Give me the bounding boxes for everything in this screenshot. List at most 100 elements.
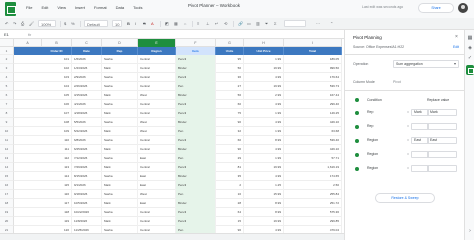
table-cell[interactable]: 110	[42, 136, 72, 145]
table-cell[interactable]: Sasha	[102, 154, 138, 163]
text-wrap-icon[interactable]: ↵	[215, 20, 218, 27]
row-number[interactable]: 3	[0, 64, 14, 73]
table-cell[interactable]: 35	[216, 172, 244, 181]
header-cell[interactable]: Units	[216, 47, 244, 55]
sheets-logo-icon[interactable]	[5, 2, 16, 16]
table-cell[interactable]: 1.99	[244, 55, 284, 64]
table-cell[interactable]: 11/8/2026	[72, 217, 102, 226]
table-cell[interactable]: 1.99	[244, 154, 284, 163]
column-header-i[interactable]: I	[284, 39, 342, 47]
row-number[interactable]: 19	[0, 208, 14, 217]
table-cell[interactable]: Central	[138, 82, 176, 91]
table-cell[interactable]: Binder	[176, 172, 216, 181]
table-cell[interactable]: 19.99	[244, 64, 284, 73]
table-cell[interactable]: Sasha	[102, 208, 138, 217]
row-number[interactable]: 2	[0, 55, 14, 64]
last-edit-status[interactable]: Last edit was seconds ago	[362, 5, 403, 9]
table-cell[interactable]: Central	[138, 73, 176, 82]
table-cell[interactable]: Mark	[102, 145, 138, 154]
table-cell[interactable]: Sasha	[102, 118, 138, 127]
table-cell[interactable]: 251.72	[284, 199, 342, 208]
tasks-icon[interactable]: ✓	[467, 55, 473, 61]
table-cell[interactable]: Sasha	[102, 190, 138, 199]
table-cell[interactable]: 2	[216, 181, 244, 190]
filter-icon[interactable]: ⏷	[265, 20, 268, 27]
table-cell[interactable]: 11/25/2026	[72, 226, 102, 233]
table-cell[interactable]: Binder	[176, 91, 216, 100]
table-cell[interactable]: Pencil	[176, 217, 216, 226]
table-cell[interactable]: 299.40	[284, 100, 342, 109]
avatar[interactable]	[458, 3, 468, 13]
font-select[interactable]: Default	[84, 20, 108, 27]
table-cell[interactable]: 2.50	[284, 181, 342, 190]
table-cell[interactable]: West	[138, 91, 176, 100]
table-cell[interactable]: Mark	[102, 127, 138, 136]
keep-icon[interactable]: ◈	[467, 45, 473, 51]
table-cell[interactable]: 36	[216, 73, 244, 82]
table-cell[interactable]: 174.65	[284, 172, 342, 181]
borders-icon[interactable]: ▦	[174, 20, 178, 27]
percent-button[interactable]: %	[71, 20, 75, 27]
table-cell[interactable]: 2.99	[244, 91, 284, 100]
table-cell[interactable]: 60	[216, 100, 244, 109]
table-cell[interactable]: 1/6/2026	[72, 55, 102, 64]
table-cell[interactable]: Binder	[176, 118, 216, 127]
replace-value-input[interactable]: East	[427, 137, 457, 144]
table-cell[interactable]: Pen	[176, 190, 216, 199]
menu-item[interactable]: Format	[94, 5, 107, 10]
table-cell[interactable]: 107	[42, 109, 72, 118]
rule-field[interactable]: Region	[367, 166, 378, 170]
table-cell[interactable]: Pen	[176, 226, 216, 233]
table-cell[interactable]: Central	[138, 145, 176, 154]
table-cell[interactable]: 4/18/2026	[72, 109, 102, 118]
column-header-g[interactable]: G	[216, 39, 244, 47]
table-cell[interactable]: 118	[42, 208, 72, 217]
table-cell[interactable]: 5/22/2026	[72, 127, 102, 136]
sheets-addon-icon[interactable]	[466, 65, 474, 75]
row-number[interactable]: 18	[0, 199, 14, 208]
restore-sweep-button[interactable]: Restore & Sweep	[375, 193, 435, 203]
table-cell[interactable]: 8.99	[244, 136, 284, 145]
table-cell[interactable]: 539.73	[284, 82, 342, 91]
column-header-d[interactable]: D	[102, 39, 138, 47]
table-cell[interactable]: Mark	[102, 199, 138, 208]
table-cell[interactable]: 50	[216, 64, 244, 73]
table-cell[interactable]: 95	[216, 55, 244, 64]
row-number[interactable]: 11	[0, 136, 14, 145]
table-cell[interactable]: 75	[216, 109, 244, 118]
table-cell[interactable]: Pencil	[176, 55, 216, 64]
table-cell[interactable]: 299.85	[284, 217, 342, 226]
share-button[interactable]: Share	[418, 3, 454, 13]
table-cell[interactable]: 6/25/2026	[72, 145, 102, 154]
calendar-icon[interactable]: ▦	[467, 35, 473, 41]
table-cell[interactable]: 10/22/2026	[72, 208, 102, 217]
row-number[interactable]: 16	[0, 181, 14, 190]
table-cell[interactable]: 19.99	[244, 163, 284, 172]
table-cell[interactable]: Pencil	[176, 163, 216, 172]
table-cell[interactable]: Sasha	[102, 100, 138, 109]
table-cell[interactable]: Binder	[176, 145, 216, 154]
table-cell[interactable]: 90	[216, 145, 244, 154]
table-cell[interactable]: Central	[138, 55, 176, 64]
table-cell[interactable]: Sasha	[102, 55, 138, 64]
rule-field[interactable]: Rep	[367, 124, 373, 128]
rule-field[interactable]: Region	[367, 138, 378, 142]
edit-source-link[interactable]: Edit	[453, 45, 459, 49]
table-cell[interactable]: 5/5/2026	[72, 118, 102, 127]
table-cell[interactable]: East	[138, 172, 176, 181]
row-number[interactable]: 13	[0, 154, 14, 163]
menu-item[interactable]: Insert	[75, 5, 85, 10]
table-cell[interactable]: 9/18/2026	[72, 190, 102, 199]
rule-operator[interactable]: =	[407, 124, 409, 128]
table-cell[interactable]: 19.99	[244, 82, 284, 91]
table-cell[interactable]: Pencil	[176, 181, 216, 190]
header-cell[interactable]: Order ID	[42, 47, 72, 55]
table-cell[interactable]: Pencil	[176, 208, 216, 217]
replace-value-input[interactable]	[427, 123, 457, 130]
table-cell[interactable]: Central	[138, 163, 176, 172]
table-cell[interactable]: Pen	[176, 154, 216, 163]
header-cell[interactable]: Date	[72, 47, 102, 55]
table-cell[interactable]: 15.99	[244, 190, 284, 199]
table-cell[interactable]: 29	[216, 154, 244, 163]
table-cell[interactable]: 167.44	[284, 91, 342, 100]
